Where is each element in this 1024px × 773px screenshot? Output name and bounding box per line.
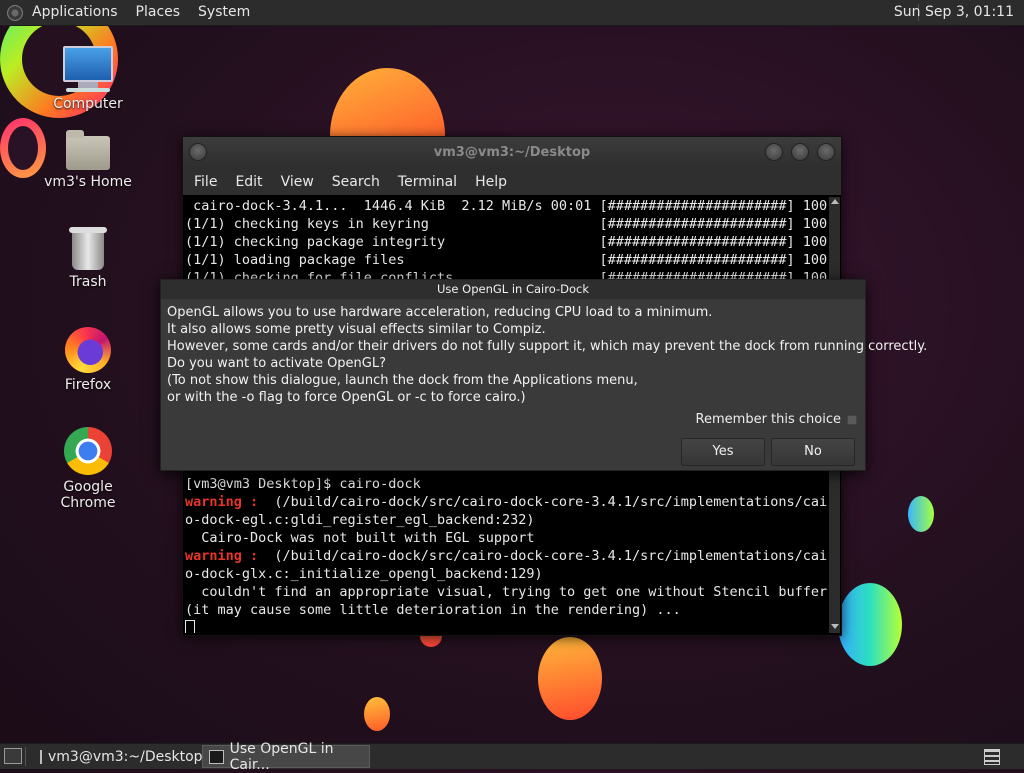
scroll-up-icon[interactable] — [831, 199, 839, 204]
menu-view[interactable]: View — [272, 169, 323, 195]
terminal-line: warning : (/build/cairo-dock/src/cairo-d… — [185, 547, 827, 565]
no-button[interactable]: No — [771, 438, 855, 466]
terminal-line: Cairo-Dock was not built with EGL suppor… — [185, 530, 535, 546]
minimize-icon[interactable] — [765, 143, 783, 161]
desktop-icon-computer[interactable]: Computer — [38, 46, 138, 112]
dialog-message-line: (To not show this dialogue, launch the d… — [167, 373, 638, 388]
remember-choice-checkbox[interactable] — [847, 414, 857, 425]
workspace-switcher-icon[interactable] — [984, 749, 1000, 765]
close-icon[interactable] — [817, 143, 835, 161]
menu-terminal[interactable]: Terminal — [389, 169, 466, 195]
terminal-line: (1/1) loading package files [###########… — [185, 252, 827, 268]
scroll-down-icon[interactable] — [831, 624, 839, 629]
opengl-dialog[interactable]: Use OpenGL in Cairo-Dock OpenGL allows y… — [160, 279, 928, 471]
dialog-message-line: or with the -o flag to force OpenGL or -… — [167, 390, 526, 405]
wallpaper-blue-blob-small — [908, 496, 934, 532]
maximize-icon[interactable] — [791, 143, 809, 161]
firefox-icon — [38, 327, 138, 373]
desktop-icon-chrome[interactable]: Google Chrome — [38, 427, 138, 511]
dialog-message-line: It also allows some pretty visual effect… — [167, 322, 546, 337]
taskbar-item-label: vm3@vm3:~/Desktop — [48, 748, 203, 765]
menu-help[interactable]: Help — [466, 169, 516, 195]
terminal-line: (1/1) checking package integrity [######… — [185, 234, 827, 250]
terminal-title: vm3@vm3:~/Desktop — [433, 145, 591, 160]
terminal-prompt-line — [185, 619, 827, 633]
taskbar-item-dialog[interactable]: Use OpenGL in Cair... — [202, 741, 370, 773]
yes-button[interactable]: Yes — [681, 438, 765, 466]
dialog-message-line: OpenGL allows you to use hardware accele… — [167, 305, 713, 320]
applications-menu[interactable]: Applications — [23, 0, 127, 25]
distro-logo-icon[interactable] — [7, 4, 23, 21]
menu-search[interactable]: Search — [323, 169, 389, 195]
clock[interactable]: Sun Sep 3, 01:11 — [894, 0, 1014, 25]
taskbar-item-terminal[interactable]: vm3@vm3:~/Desktop — [34, 745, 203, 768]
terminal-line: (1/1) checking keys in keyring [########… — [185, 216, 827, 232]
window-icon — [209, 749, 224, 764]
terminal-line: [vm3@vm3 Desktop]$ cairo-dock — [185, 476, 421, 492]
warning-tag: warning : — [185, 548, 259, 564]
terminal-text: (/build/cairo-dock/src/cairo-dock-core-3… — [258, 494, 827, 510]
remember-choice-label: Remember this choice — [695, 412, 841, 427]
wallpaper-blue-blob — [838, 583, 902, 666]
top-panel: Applications Places System Sun Sep 3, 01… — [0, 0, 1024, 26]
desktop-icon-label: vm3's Home — [44, 174, 132, 190]
chrome-icon — [38, 427, 138, 475]
warning-tag: warning : — [185, 494, 259, 510]
menu-file[interactable]: File — [183, 169, 226, 195]
terminal-icon — [40, 749, 42, 764]
terminal-titlebar[interactable]: vm3@vm3:~/Desktop — [183, 137, 841, 169]
desktop-icon-label: Trash — [69, 274, 107, 290]
terminal-menubar: File Edit View Search Terminal Help — [183, 169, 841, 195]
desktop-icon-label: Google Chrome — [60, 479, 116, 511]
dialog-message: OpenGL allows you to use hardware accele… — [167, 304, 928, 406]
terminal-line: o-dock-egl.c:gldi_register_egl_backend:2… — [185, 512, 535, 528]
terminal-line: cairo-dock-3.4.1... 1446.4 KiB 2.12 MiB/… — [185, 198, 827, 214]
terminal-line: o-dock-glx.c:_initialize_opengl_backend:… — [185, 566, 543, 582]
panel-separator — [25, 747, 26, 766]
menu-edit[interactable]: Edit — [226, 169, 271, 195]
computer-icon — [38, 46, 138, 92]
dialog-title[interactable]: Use OpenGL in Cairo-Dock — [161, 280, 865, 299]
terminal-line: (it may cause some little deterioration … — [185, 602, 681, 618]
trash-icon — [38, 227, 138, 270]
text-cursor — [185, 620, 195, 633]
desktop-icon-label: Firefox — [64, 377, 112, 393]
terminal-text: (/build/cairo-dock/src/cairo-dock-core-3… — [258, 548, 827, 564]
places-menu[interactable]: Places — [127, 0, 190, 25]
wallpaper-orange-blob-bottom — [538, 637, 602, 720]
desktop-icon-firefox[interactable]: Firefox — [38, 327, 138, 393]
show-desktop-icon[interactable] — [4, 748, 22, 764]
bottom-panel: vm3@vm3:~/Desktop Use OpenGL in Cair... — [0, 741, 1024, 773]
remember-choice-row[interactable]: Remember this choice — [696, 412, 857, 427]
home-folder-icon — [38, 130, 138, 170]
dialog-message-line: However, some cards and/or their drivers… — [167, 339, 928, 354]
desktop-icon-label: Computer — [53, 96, 123, 112]
terminal-line: warning : (/build/cairo-dock/src/cairo-d… — [185, 493, 827, 511]
wallpaper-orange-blob-tiny — [364, 697, 390, 731]
terminal-line: couldn't find an appropriate visual, try… — [185, 584, 827, 600]
desktop-icon-home[interactable]: vm3's Home — [38, 130, 138, 190]
desktop-icon-trash[interactable]: Trash — [38, 227, 138, 290]
dialog-message-line: Do you want to activate OpenGL? — [167, 356, 387, 371]
system-menu[interactable]: System — [189, 0, 259, 25]
